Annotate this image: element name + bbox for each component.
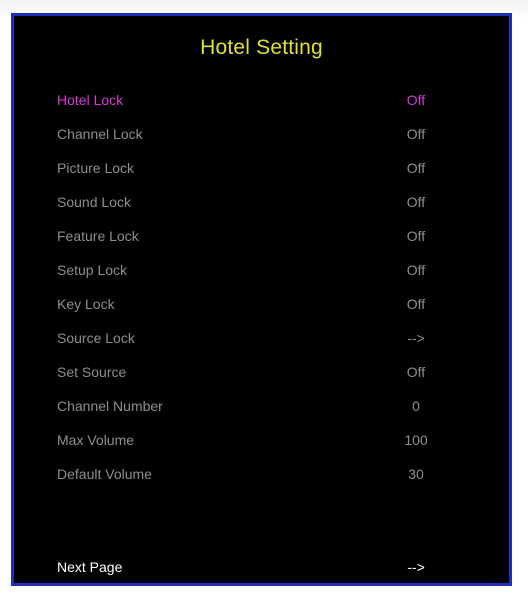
menu-item-value: Off: [406, 296, 426, 312]
menu-item-value: Off: [406, 92, 426, 108]
menu-title: Hotel Setting: [200, 36, 323, 59]
menu-item-value: Off: [406, 262, 426, 278]
menu-item-value: Off: [406, 194, 426, 210]
menu-item-setup-lock[interactable]: Setup Lock Off: [57, 259, 477, 281]
menu-item-label: Channel Lock: [57, 126, 143, 142]
menu-item-feature-lock[interactable]: Feature Lock Off: [57, 225, 477, 247]
menu-item-value: Off: [406, 228, 426, 244]
next-page-arrow: -->: [407, 559, 425, 575]
menu-item-label: Max Volume: [57, 432, 135, 448]
menu-item-key-lock[interactable]: Key Lock Off: [57, 293, 477, 315]
menu-item-value: 0: [412, 398, 420, 414]
menu-item-source-lock[interactable]: Source Lock -->: [57, 327, 477, 349]
menu-item-value: -->: [407, 330, 425, 346]
menu-item-label: Picture Lock: [57, 160, 135, 176]
menu-item-label: Channel Number: [57, 398, 163, 414]
menu-item-sound-lock[interactable]: Sound Lock Off: [57, 191, 477, 213]
menu-item-label: Default Volume: [57, 466, 152, 482]
menu-item-label: Setup Lock: [57, 262, 128, 278]
menu-item-label: Sound Lock: [57, 194, 131, 210]
menu-item-value: 30: [408, 466, 424, 482]
menu-item-value: Off: [406, 364, 426, 380]
menu-item-label: Feature Lock: [57, 228, 139, 244]
menu-item-channel-lock[interactable]: Channel Lock Off: [57, 123, 477, 145]
menu-item-value: 100: [404, 432, 428, 448]
hotel-setting-menu: Hotel Setting Hotel Lock Off Channel Loc…: [11, 13, 512, 586]
menu-item-set-source[interactable]: Set Source Off: [57, 361, 477, 383]
menu-item-channel-number[interactable]: Channel Number 0: [57, 395, 477, 417]
menu-item-label: Source Lock: [57, 330, 135, 346]
menu-item-value: Off: [406, 160, 426, 176]
menu-item-hotel-lock[interactable]: Hotel Lock Off: [57, 89, 477, 111]
menu-item-label: Hotel Lock: [57, 92, 124, 108]
next-page-label: Next Page: [57, 559, 123, 575]
menu-item-value: Off: [406, 126, 426, 142]
menu-item-max-volume[interactable]: Max Volume 100: [57, 429, 477, 451]
menu-item-label: Key Lock: [57, 296, 115, 312]
next-page-item[interactable]: Next Page -->: [57, 556, 477, 578]
menu-item-picture-lock[interactable]: Picture Lock Off: [57, 157, 477, 179]
menu-item-default-volume[interactable]: Default Volume 30: [57, 463, 477, 485]
menu-item-label: Set Source: [57, 364, 127, 380]
